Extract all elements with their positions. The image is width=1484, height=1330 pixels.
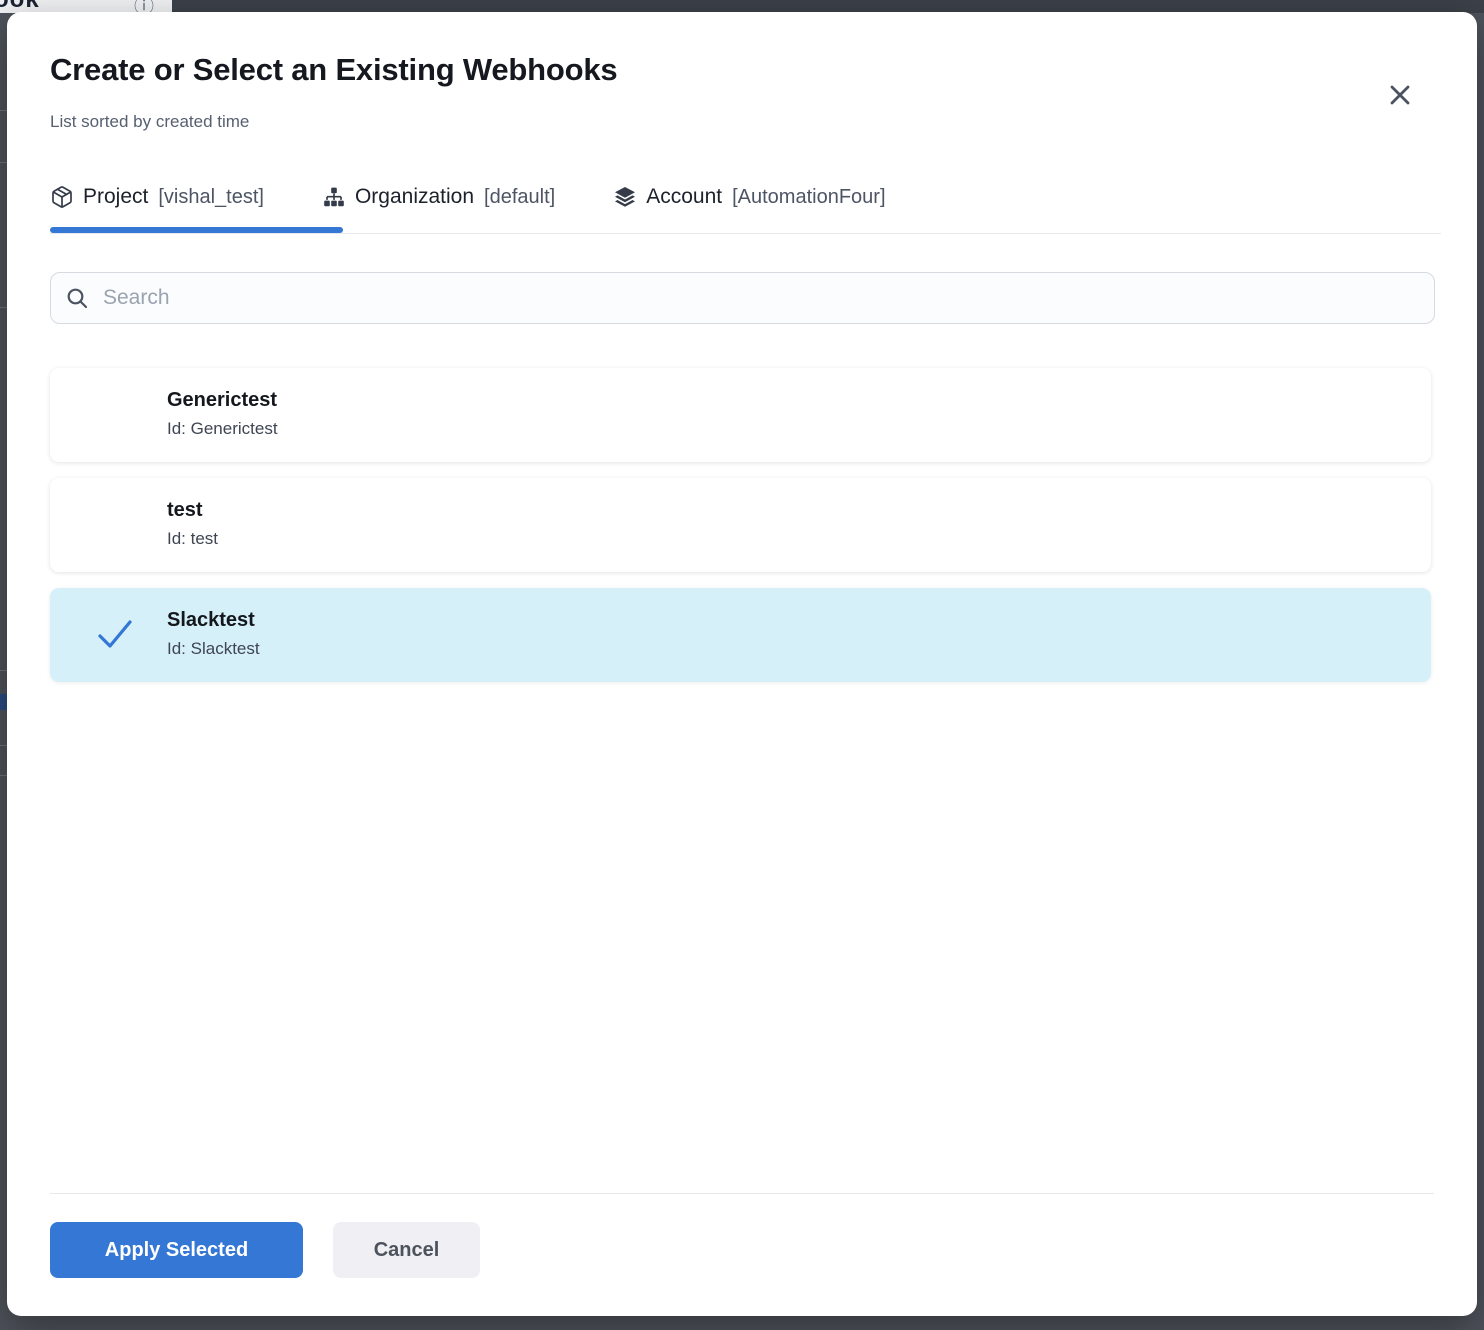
close-icon [1387,82,1413,108]
webhook-name: Slacktest [167,606,260,634]
scope-tabs: Project [vishal_test] Organization [defa… [50,175,886,219]
webhook-select-dialog: Create or Select an Existing Webhooks Li… [7,12,1477,1316]
tab-account-context: [AutomationFour] [732,186,885,209]
tab-project-context: [vishal_test] [158,186,264,209]
backdrop-accent-fragment [0,694,7,710]
package-icon [50,185,74,209]
dialog-title: Create or Select an Existing Webhooks [50,52,617,88]
webhook-row-test[interactable]: test Id: test [50,478,1431,572]
tab-organization[interactable]: Organization [default] [322,185,555,209]
tab-account-label: Account [646,185,722,209]
search-input[interactable] [103,286,1420,310]
active-tab-indicator [50,227,343,233]
backdrop-divider [0,775,7,776]
webhook-name: Generictest [167,386,278,414]
webhook-id: Id: Slacktest [167,636,260,662]
webhook-row-generictest[interactable]: Generictest Id: Generictest [50,368,1431,462]
sitemap-icon [322,185,346,209]
tab-project[interactable]: Project [vishal_test] [50,185,264,209]
search-field-container [50,272,1435,324]
dialog-subtitle: List sorted by created time [50,112,249,132]
tab-organization-context: [default] [484,186,555,209]
backdrop-divider [0,162,7,163]
backdrop-divider [0,307,7,308]
webhook-row-slacktest[interactable]: Slacktest Id: Slacktest [50,588,1431,682]
webhook-id: Id: test [167,526,218,552]
apply-selected-button[interactable]: Apply Selected [50,1222,303,1278]
backdrop-divider [0,110,7,111]
check-icon [97,618,133,655]
tab-organization-label: Organization [355,185,474,209]
tab-account[interactable]: Account [AutomationFour] [613,185,885,209]
backdrop-divider [0,670,7,671]
layers-icon [613,185,637,209]
tab-project-label: Project [83,185,148,209]
cancel-button[interactable]: Cancel [333,1222,480,1278]
backdrop-divider [0,745,7,746]
tabs-border [50,233,1441,234]
footer-divider [50,1193,1434,1194]
close-button[interactable] [1379,74,1421,116]
webhook-id: Id: Generictest [167,416,278,442]
search-icon [65,286,89,310]
webhook-name: test [167,496,218,524]
